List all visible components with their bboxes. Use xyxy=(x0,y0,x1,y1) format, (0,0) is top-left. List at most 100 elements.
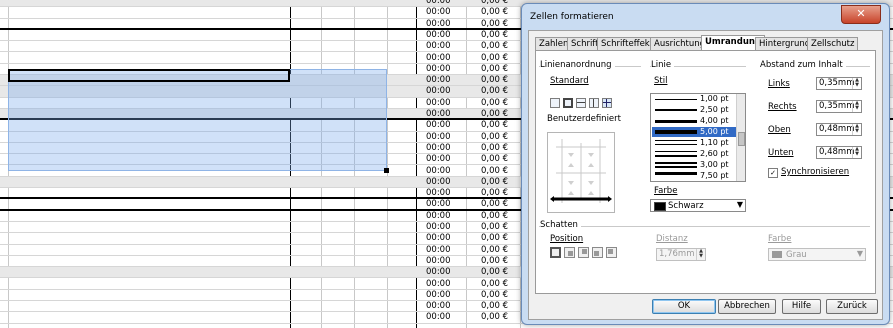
selected-range[interactable] xyxy=(8,69,387,171)
distanz-field[interactable]: 1,76mm ▲ ▼ xyxy=(656,248,706,261)
amount-cell[interactable]: 0,00 € xyxy=(474,211,508,222)
time-cell[interactable]: 00:00 xyxy=(426,166,458,177)
time-cell[interactable]: 00:00 xyxy=(426,86,458,97)
amount-cell[interactable]: 0,00 € xyxy=(474,301,508,312)
time-cell[interactable]: 00:00 xyxy=(426,245,458,256)
amount-cell[interactable]: 0,00 € xyxy=(474,86,508,97)
time-cell[interactable]: 00:00 xyxy=(426,19,458,30)
time-cell[interactable]: 00:00 xyxy=(426,222,458,233)
unten-field[interactable]: 0,48mm ▲ ▼ xyxy=(816,146,862,159)
time-cell[interactable]: 00:00 xyxy=(426,7,458,18)
amount-cell[interactable]: 0,00 € xyxy=(474,267,508,278)
time-cell[interactable]: 00:00 xyxy=(426,64,458,75)
time-cell[interactable]: 00:00 xyxy=(426,0,458,7)
shadow-bottom-right-button[interactable] xyxy=(564,247,575,258)
amount-cell[interactable]: 0,00 € xyxy=(474,53,508,64)
amount-cell[interactable]: 0,00 € xyxy=(474,245,508,256)
tab-hintergrund[interactable]: Hintergrund xyxy=(755,37,815,50)
amount-cell[interactable]: 0,00 € xyxy=(474,64,508,75)
line-style-item[interactable]: 3,00 pt xyxy=(652,160,736,170)
time-cell[interactable]: 00:00 xyxy=(426,143,458,154)
chevron-down-icon[interactable]: ▼ xyxy=(857,249,863,258)
amount-cell[interactable]: 0,00 € xyxy=(474,0,508,7)
time-cell[interactable]: 00:00 xyxy=(426,132,458,143)
amount-cell[interactable]: 0,00 € xyxy=(474,7,508,18)
time-cell[interactable]: 00:00 xyxy=(426,154,458,165)
preset-outer-all-button[interactable] xyxy=(589,98,599,108)
time-cell[interactable]: 00:00 xyxy=(426,312,458,323)
time-cell[interactable]: 00:00 xyxy=(426,199,458,210)
time-cell[interactable]: 00:00 xyxy=(426,279,458,290)
help-button[interactable]: Hilfe xyxy=(782,299,821,314)
time-cell[interactable]: 00:00 xyxy=(426,256,458,267)
sync-checkbox[interactable]: ✓ xyxy=(768,168,778,178)
tab-schrifteffekt[interactable]: Schrifteffekt xyxy=(597,37,658,50)
links-field[interactable]: 0,35mm ▲ ▼ xyxy=(816,77,862,90)
amount-cell[interactable]: 0,00 € xyxy=(474,143,508,154)
amount-cell[interactable]: 0,00 € xyxy=(474,177,508,188)
amount-cell[interactable]: 0,00 € xyxy=(474,290,508,301)
time-cell[interactable]: 00:00 xyxy=(426,75,458,86)
oben-field[interactable]: 0,48mm ▲ ▼ xyxy=(816,123,862,136)
line-style-item[interactable]: 2,60 pt xyxy=(652,149,736,159)
time-cell[interactable]: 00:00 xyxy=(426,177,458,188)
shadow-top-left-button[interactable] xyxy=(606,247,617,258)
line-style-item[interactable]: 4,00 pt xyxy=(652,116,736,126)
amount-cell[interactable]: 0,00 € xyxy=(474,279,508,290)
shadow-bottom-left-button[interactable] xyxy=(592,247,603,258)
amount-cell[interactable]: 0,00 € xyxy=(474,30,508,41)
amount-cell[interactable]: 0,00 € xyxy=(474,233,508,244)
close-button[interactable]: ✕ xyxy=(841,5,881,24)
reset-button[interactable]: Zurück xyxy=(826,299,878,314)
line-style-list[interactable]: 1,00 pt 2,50 pt 4,00 pt 5,00 pt 1,10 pt … xyxy=(650,93,746,182)
rechts-field[interactable]: 0,35mm ▲ ▼ xyxy=(816,100,862,113)
time-cell[interactable]: 00:00 xyxy=(426,233,458,244)
time-cell[interactable]: 00:00 xyxy=(426,267,458,278)
amount-cell[interactable]: 0,00 € xyxy=(474,312,508,323)
shadow-none-button[interactable] xyxy=(550,247,561,258)
line-style-item[interactable]: 7,50 pt xyxy=(652,171,736,181)
amount-cell[interactable]: 0,00 € xyxy=(474,154,508,165)
ok-button[interactable]: OK xyxy=(652,299,716,314)
amount-cell[interactable]: 0,00 € xyxy=(474,166,508,177)
tab-zellschutz[interactable]: Zellschutz xyxy=(807,37,859,50)
time-cell[interactable]: 00:00 xyxy=(426,30,458,41)
line-style-item[interactable]: 2,50 pt xyxy=(652,105,736,115)
amount-cell[interactable]: 0,00 € xyxy=(474,120,508,131)
line-color-select[interactable]: Schwarz ▼ xyxy=(650,199,746,212)
line-style-item[interactable]: 1,00 pt xyxy=(652,94,736,104)
shadow-top-right-button[interactable] xyxy=(578,247,589,258)
time-cell[interactable]: 00:00 xyxy=(426,109,458,120)
amount-cell[interactable]: 0,00 € xyxy=(474,132,508,143)
line-style-scrollbar[interactable] xyxy=(736,94,745,181)
time-cell[interactable]: 00:00 xyxy=(426,188,458,199)
scroll-thumb[interactable] xyxy=(738,132,745,146)
line-style-item-selected[interactable]: 5,00 pt xyxy=(652,127,736,137)
preset-outer-button[interactable] xyxy=(563,98,573,108)
time-cell[interactable]: 00:00 xyxy=(426,120,458,131)
fill-handle[interactable] xyxy=(384,168,389,173)
time-cell[interactable]: 00:00 xyxy=(426,290,458,301)
time-cell[interactable]: 00:00 xyxy=(426,211,458,222)
time-cell[interactable]: 00:00 xyxy=(426,53,458,64)
time-cell[interactable]: 00:00 xyxy=(426,98,458,109)
chevron-down-icon[interactable]: ▼ xyxy=(737,200,743,209)
amount-cell[interactable]: 0,00 € xyxy=(474,256,508,267)
amount-cell[interactable]: 0,00 € xyxy=(474,109,508,120)
amount-cell[interactable]: 0,00 € xyxy=(474,199,508,210)
amount-cell[interactable]: 0,00 € xyxy=(474,98,508,109)
time-cell[interactable]: 00:00 xyxy=(426,301,458,312)
amount-cell[interactable]: 0,00 € xyxy=(474,75,508,86)
dialog-titlebar[interactable]: Zellen formatieren ✕ xyxy=(522,4,889,30)
amount-cell[interactable]: 0,00 € xyxy=(474,222,508,233)
amount-cell[interactable]: 0,00 € xyxy=(474,188,508,199)
line-style-item[interactable]: 1,10 pt xyxy=(652,138,736,148)
user-defined-border-preview[interactable] xyxy=(547,132,615,213)
cancel-button[interactable]: Abbrechen xyxy=(718,299,776,314)
amount-cell[interactable]: 0,00 € xyxy=(474,19,508,30)
amount-cell[interactable]: 0,00 € xyxy=(474,41,508,52)
active-cell[interactable] xyxy=(8,69,290,82)
shadow-color-select[interactable]: Grau ▼ xyxy=(768,248,866,261)
preset-all-button[interactable] xyxy=(602,98,612,108)
preset-outer-horizontal-button[interactable] xyxy=(576,98,586,108)
